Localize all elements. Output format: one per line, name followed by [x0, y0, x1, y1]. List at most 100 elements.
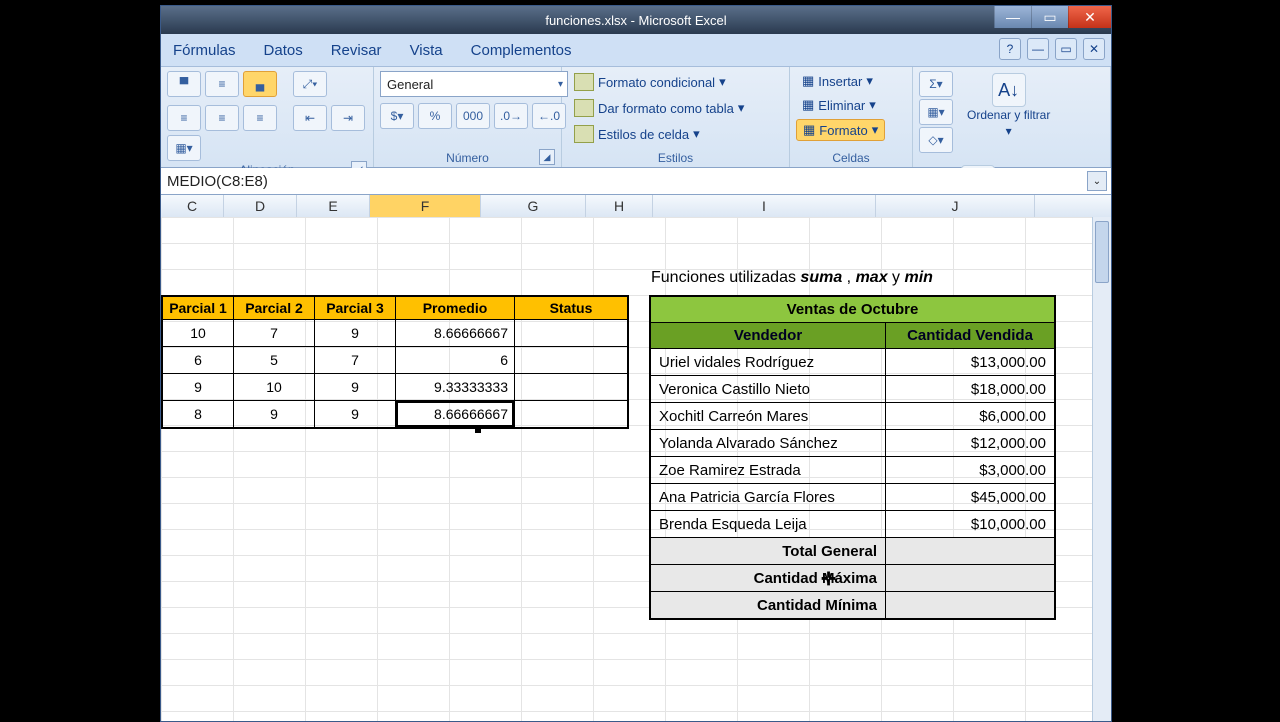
maximize-button[interactable]: ▭ — [1031, 6, 1068, 28]
vendedor-header: Vendedor — [650, 323, 886, 349]
col-header-c[interactable]: C — [161, 195, 224, 217]
workbook-restore-button[interactable]: ▭ — [1055, 38, 1077, 60]
sort-filter-icon: A↓ — [992, 73, 1026, 107]
table-icon — [574, 99, 594, 117]
parciales-table[interactable]: Parcial 1 Parcial 2 Parcial 3 Promedio S… — [161, 295, 629, 429]
table-row[interactable]: Brenda Esqueda Leija$10,000.00 — [650, 511, 1055, 538]
clear-button[interactable]: ◇▾ — [919, 127, 953, 153]
promedio-header: Promedio — [396, 296, 515, 320]
excel-window: funciones.xlsx - Microsoft Excel — ▭ ✕ F… — [160, 5, 1112, 722]
merge-cells-button[interactable]: ▦▾ — [167, 135, 201, 161]
ribbon-group-styles: Formato condicional ▾ Dar formato como t… — [562, 67, 790, 167]
decrease-decimal-button[interactable]: ←.0 — [532, 103, 566, 129]
conditional-formatting-button[interactable]: Formato condicional ▾ — [568, 71, 732, 93]
window-controls: — ▭ ✕ — [994, 6, 1111, 28]
align-left-button[interactable]: ≡ — [167, 105, 201, 131]
ribbon-group-editing: Σ▾ ▦▾ ◇▾ A↓ Ordenar y filtrar▾ 🔍 Buscar … — [913, 67, 1111, 167]
tab-vista[interactable]: Vista — [410, 42, 443, 59]
close-button[interactable]: ✕ — [1068, 6, 1111, 28]
table-row[interactable]: 9 10 9 9.33333333 — [162, 374, 628, 401]
selected-cell[interactable]: 8.66666667 — [396, 401, 515, 429]
parcial2-header: Parcial 2 — [234, 296, 315, 320]
ventas-title: Ventas de Octubre — [650, 296, 1055, 323]
percent-button[interactable]: % — [418, 103, 452, 129]
parcial1-header: Parcial 1 — [162, 296, 234, 320]
col-header-i[interactable]: I — [653, 195, 876, 217]
orientation-button[interactable]: ⤢▾ — [293, 71, 327, 97]
align-bottom-button[interactable]: ▄ — [243, 71, 277, 97]
table-row[interactable]: Zoe Ramirez Estrada$3,000.00 — [650, 457, 1055, 484]
workbook-minimize-button[interactable]: — — [1027, 38, 1049, 60]
table-row[interactable]: 10 7 9 8.66666667 — [162, 320, 628, 347]
table-row[interactable]: Veronica Castillo Nieto$18,000.00 — [650, 376, 1055, 403]
worksheet-area[interactable]: C D E F G H I J Parcial 1 Parcial 2 Parc… — [161, 195, 1111, 721]
ventas-caption: Funciones utilizadas suma , max y min — [651, 269, 933, 287]
format-as-table-button[interactable]: Dar formato como tabla ▾ — [568, 97, 750, 119]
cell-styles-icon — [574, 125, 594, 143]
formula-text: MEDIO(C8:E8) — [167, 173, 268, 190]
column-headers: C D E F G H I J — [161, 195, 1111, 218]
autosum-button[interactable]: Σ▾ — [919, 71, 953, 97]
cantidad-maxima-value[interactable] — [886, 565, 1056, 592]
number-group-label: Número — [446, 151, 489, 165]
currency-button[interactable]: $▾ — [380, 103, 414, 129]
number-format-dropdown[interactable]: General — [380, 71, 568, 97]
fill-handle[interactable] — [475, 427, 481, 433]
align-top-button[interactable]: ▀ — [167, 71, 201, 97]
tab-complementos[interactable]: Complementos — [471, 42, 572, 59]
ribbon-group-cells: ▦ Insertar ▾ ▦ Eliminar ▾ ▦ Formato ▾ Ce… — [790, 67, 913, 167]
cantidad-minima-value[interactable] — [886, 592, 1056, 620]
sort-filter-button[interactable]: A↓ Ordenar y filtrar▾ — [963, 71, 1054, 140]
insert-cells-button[interactable]: ▦ Insertar ▾ — [796, 71, 879, 91]
tab-formulas[interactable]: Fórmulas — [173, 42, 236, 59]
cantidad-maxima-label: Cantidad Máxima — [650, 565, 886, 592]
cantidad-header: Cantidad Vendida — [886, 323, 1056, 349]
col-header-j[interactable]: J — [876, 195, 1035, 217]
decrease-indent-button[interactable]: ⇤ — [293, 105, 327, 131]
delete-cells-button[interactable]: ▦ Eliminar ▾ — [796, 95, 882, 115]
workbook-close-button[interactable]: ✕ — [1083, 38, 1105, 60]
align-middle-button[interactable]: ≡ — [205, 71, 239, 97]
ventas-table[interactable]: Ventas de Octubre Vendedor Cantidad Vend… — [649, 295, 1056, 620]
conditional-formatting-icon — [574, 73, 594, 91]
ribbon-tab-strip: Fórmulas Datos Revisar Vista Complemento… — [161, 34, 1111, 67]
scrollbar-thumb[interactable] — [1095, 221, 1109, 283]
table-row[interactable]: 8 9 9 8.66666667 — [162, 401, 628, 429]
minimize-button[interactable]: — — [994, 6, 1031, 28]
table-row[interactable]: Ana Patricia García Flores$45,000.00 — [650, 484, 1055, 511]
align-center-button[interactable]: ≡ — [205, 105, 239, 131]
ribbon-group-number: General $▾ % 000 .0→ ←.0 Número◢ — [374, 67, 562, 167]
align-right-button[interactable]: ≡ — [243, 105, 277, 131]
col-header-d[interactable]: D — [224, 195, 297, 217]
number-dialog-launcher[interactable]: ◢ — [539, 149, 555, 165]
cantidad-minima-label: Cantidad Mínima — [650, 592, 886, 620]
vertical-scrollbar[interactable] — [1092, 217, 1111, 721]
formula-bar[interactable]: MEDIO(C8:E8) ⌄ — [161, 168, 1111, 195]
col-header-e[interactable]: E — [297, 195, 370, 217]
col-header-f[interactable]: F — [370, 195, 481, 217]
tab-datos[interactable]: Datos — [264, 42, 303, 59]
col-header-h[interactable]: H — [586, 195, 653, 217]
table-row[interactable]: Yolanda Alvarado Sánchez$12,000.00 — [650, 430, 1055, 457]
total-general-value[interactable] — [886, 538, 1056, 565]
window-title: funciones.xlsx - Microsoft Excel — [161, 13, 1111, 28]
cell-styles-button[interactable]: Estilos de celda ▾ — [568, 123, 706, 145]
total-general-label: Total General — [650, 538, 886, 565]
table-row[interactable]: Uriel vidales Rodríguez$13,000.00 — [650, 349, 1055, 376]
col-header-g[interactable]: G — [481, 195, 586, 217]
title-bar: funciones.xlsx - Microsoft Excel — ▭ ✕ — [161, 6, 1111, 34]
table-row[interactable]: Xochitl Carreón Mares$6,000.00 — [650, 403, 1055, 430]
cells-group-label: Celdas — [796, 149, 906, 165]
tab-revisar[interactable]: Revisar — [331, 42, 382, 59]
ribbon-group-alignment: ▀ ≡ ▄ ⤢▾ ≡ ≡ ≡ ⇤ ⇥ ▦▾ Alineación◢ — [161, 67, 374, 167]
fill-button[interactable]: ▦▾ — [919, 99, 953, 125]
increase-indent-button[interactable]: ⇥ — [331, 105, 365, 131]
help-button[interactable]: ? — [999, 38, 1021, 60]
formula-bar-expand-button[interactable]: ⌄ — [1087, 171, 1107, 191]
increase-decimal-button[interactable]: .0→ — [494, 103, 528, 129]
styles-group-label: Estilos — [568, 149, 783, 165]
status-header: Status — [515, 296, 629, 320]
comma-button[interactable]: 000 — [456, 103, 490, 129]
format-cells-button[interactable]: ▦ Formato ▾ — [796, 119, 885, 141]
table-row[interactable]: 6 5 7 6 — [162, 347, 628, 374]
